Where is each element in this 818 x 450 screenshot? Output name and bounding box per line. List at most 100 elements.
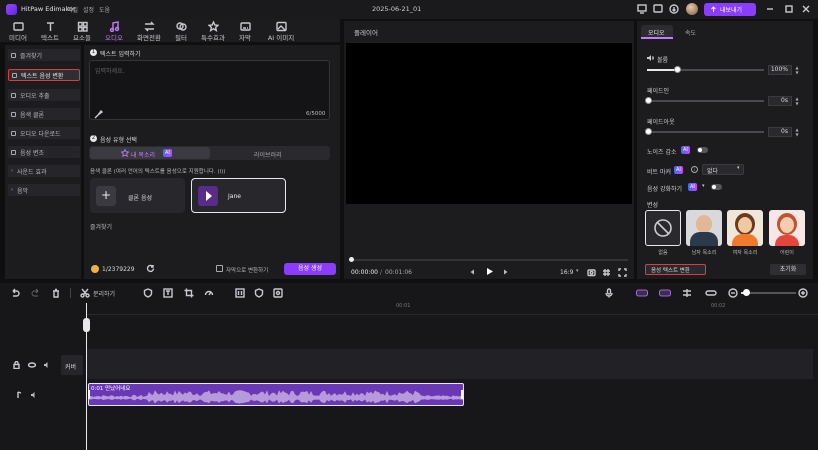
tool-text[interactable]: 텍스트 bbox=[35, 20, 65, 42]
nav-changer-label: 음성 변조 bbox=[20, 149, 44, 157]
tool-ai-image[interactable]: AI 이미지 bbox=[262, 20, 300, 42]
avatar[interactable] bbox=[686, 3, 698, 15]
brush-icon[interactable] bbox=[94, 110, 103, 119]
noise-reduction-toggle[interactable] bbox=[697, 147, 708, 153]
chevron-right-icon: › bbox=[11, 168, 13, 174]
ruler-label-1: 00:01 bbox=[396, 303, 411, 309]
speed-icon[interactable] bbox=[204, 288, 216, 298]
audio-track-lock-icon[interactable] bbox=[16, 391, 23, 399]
mask-icon[interactable] bbox=[254, 288, 266, 298]
text-tool-icon[interactable] bbox=[163, 288, 175, 298]
nav-voice-clone[interactable]: 음색 클론 bbox=[8, 108, 80, 120]
shield-icon[interactable] bbox=[143, 288, 155, 298]
tool-media[interactable]: 미디어 bbox=[3, 20, 33, 42]
fullscreen-icon[interactable] bbox=[618, 268, 627, 277]
redo-icon[interactable] bbox=[31, 288, 43, 298]
tab-audio-label: 오디오 bbox=[648, 30, 665, 37]
track-visibility-icon[interactable] bbox=[28, 361, 36, 369]
microphone-icon[interactable] bbox=[604, 288, 616, 298]
video-track[interactable] bbox=[86, 349, 813, 379]
adjust-icon[interactable] bbox=[273, 288, 285, 298]
message-icon[interactable] bbox=[653, 4, 663, 14]
split-label[interactable]: 분리하기 bbox=[93, 289, 115, 298]
maximize-icon[interactable] bbox=[784, 4, 794, 14]
monitor-icon[interactable] bbox=[637, 4, 647, 14]
voice-female[interactable] bbox=[727, 210, 763, 246]
snapshot-icon[interactable] bbox=[587, 268, 596, 277]
menu-settings[interactable]: 설정 bbox=[83, 5, 94, 14]
chevron-down-icon[interactable]: ▾ bbox=[702, 183, 705, 189]
nav-sound-effects[interactable]: › 사운드 효과 bbox=[8, 165, 80, 177]
nav-extract-audio[interactable]: 오디오 추출 bbox=[8, 89, 80, 101]
magnet-icon[interactable] bbox=[659, 288, 671, 298]
voice-male[interactable] bbox=[686, 210, 722, 246]
volume-stepper[interactable]: ▲ ▼ bbox=[794, 65, 800, 75]
tool-filter[interactable]: 필터 bbox=[166, 20, 196, 42]
close-icon[interactable] bbox=[801, 4, 811, 14]
split-view-icon[interactable] bbox=[682, 288, 694, 298]
tool-elements[interactable]: 요소들 bbox=[67, 20, 97, 42]
next-frame-icon[interactable] bbox=[502, 268, 510, 276]
clip-trim-handle-left[interactable] bbox=[88, 390, 90, 399]
aspect-ratio-select[interactable]: 16:9 bbox=[560, 269, 573, 276]
tab-library[interactable]: 라이브러리 bbox=[254, 150, 282, 159]
voice-child[interactable] bbox=[769, 210, 805, 246]
tool-transition[interactable]: 화면전환 bbox=[134, 20, 164, 42]
voice-enhance-toggle[interactable] bbox=[711, 184, 722, 190]
nav-voice-changer[interactable]: 음성 변조 bbox=[8, 146, 80, 158]
tool-subtitles[interactable]: 자막 bbox=[230, 20, 260, 42]
track-audio-icon[interactable] bbox=[43, 361, 51, 369]
zoom-in-icon[interactable] bbox=[798, 288, 810, 298]
grid-icon[interactable] bbox=[602, 268, 611, 277]
freeze-icon[interactable] bbox=[235, 288, 247, 298]
fade-in-slider[interactable] bbox=[647, 100, 764, 102]
fade-in-value[interactable]: 0s bbox=[768, 96, 792, 106]
menu-file[interactable]: 파일 bbox=[67, 5, 78, 14]
audio-track-volume-icon[interactable] bbox=[30, 391, 38, 399]
crop-icon[interactable] bbox=[184, 288, 196, 298]
tab-speed[interactable]: 속도 bbox=[685, 28, 696, 37]
link-icon[interactable] bbox=[705, 288, 717, 298]
previous-frame-icon[interactable] bbox=[468, 268, 476, 276]
delete-icon[interactable] bbox=[51, 288, 63, 298]
nav-favorites[interactable]: 즐겨찾기 bbox=[8, 49, 80, 61]
scissors-icon[interactable] bbox=[80, 288, 92, 298]
audio-clip[interactable] bbox=[88, 383, 464, 406]
zoom-slider-handle[interactable] bbox=[743, 289, 750, 296]
clip-trim-handle-right[interactable] bbox=[461, 390, 463, 399]
download-icon[interactable] bbox=[669, 4, 679, 14]
tool-audio[interactable]: 오디오 bbox=[99, 20, 129, 42]
reset-button[interactable]: 초기화 bbox=[770, 264, 806, 275]
fade-out-slider[interactable] bbox=[647, 131, 764, 133]
play-icon[interactable] bbox=[485, 267, 494, 276]
progress-handle[interactable] bbox=[349, 257, 354, 262]
fade-out-stepper[interactable]: ▲ ▼ bbox=[794, 127, 800, 137]
progress-track[interactable] bbox=[350, 259, 628, 261]
nav-audio-download[interactable]: 오디오 다운로드 bbox=[8, 127, 80, 139]
track-lock-icon[interactable] bbox=[13, 361, 20, 369]
playhead-handle[interactable] bbox=[83, 318, 90, 332]
video-canvas[interactable] bbox=[346, 43, 632, 204]
menu-help[interactable]: 도움 bbox=[99, 5, 110, 14]
nav-music[interactable]: › 음악 bbox=[8, 184, 80, 196]
volume-slider-handle[interactable] bbox=[674, 66, 681, 73]
fade-in-handle[interactable] bbox=[645, 97, 652, 104]
info-icon[interactable]: i bbox=[691, 166, 698, 173]
generate-button[interactable]: 음성 생성 bbox=[284, 263, 336, 275]
text-input[interactable]: 입력하세요. 6/5000 bbox=[89, 60, 330, 120]
subtitle-checkbox[interactable] bbox=[216, 265, 223, 272]
fade-in-stepper[interactable]: ▲ ▼ bbox=[794, 96, 800, 106]
zoom-out-icon[interactable] bbox=[728, 288, 740, 298]
voice-changer-icon bbox=[11, 149, 16, 155]
tool-effects[interactable]: 특수효과 bbox=[198, 20, 228, 42]
voice-none[interactable] bbox=[645, 210, 681, 246]
volume-value[interactable]: 100% bbox=[768, 65, 792, 75]
minimize-icon[interactable] bbox=[765, 4, 775, 14]
fade-out-handle[interactable] bbox=[645, 128, 652, 135]
ai-link-icon[interactable] bbox=[636, 288, 648, 298]
refresh-icon[interactable] bbox=[146, 264, 155, 273]
undo-icon[interactable] bbox=[10, 288, 22, 298]
nav-text-to-speech[interactable]: 텍스트 음성 변환 bbox=[8, 69, 80, 81]
fade-out-value[interactable]: 0s bbox=[768, 127, 792, 137]
step1-label: 텍스트 입력하기 bbox=[100, 51, 141, 58]
